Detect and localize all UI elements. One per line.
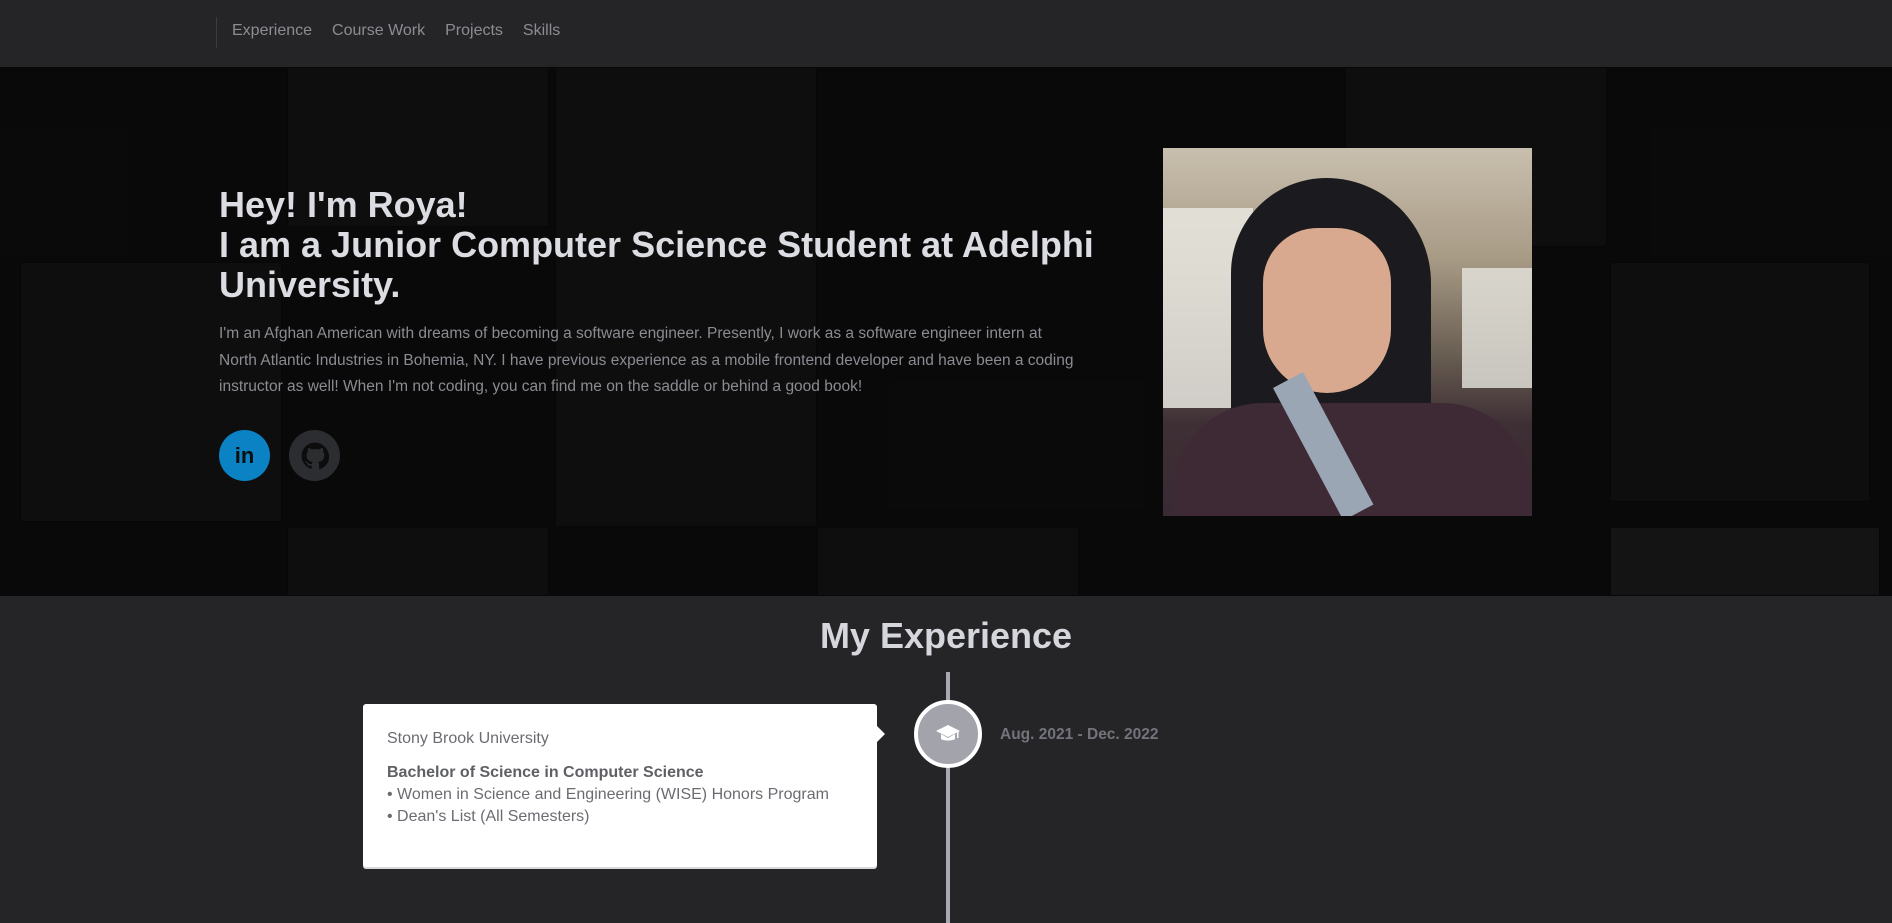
navbar: Experience Course Work Projects Skills — [0, 0, 1892, 67]
experience-degree: Bachelor of Science in Computer Science — [387, 764, 704, 781]
hero-title: Hey! I'm Roya! I am a Junior Computer Sc… — [219, 185, 1099, 305]
photo-window — [1462, 268, 1532, 388]
linkedin-button[interactable]: in — [219, 430, 270, 481]
hero-title-line2: I am a Junior Computer Science Student a… — [219, 224, 1094, 305]
github-button[interactable] — [289, 430, 340, 481]
nav-link-experience[interactable]: Experience — [232, 22, 312, 40]
nav-link-skills[interactable]: Skills — [523, 22, 560, 40]
linkedin-icon: in — [234, 442, 255, 468]
timeline-node — [914, 700, 982, 768]
nav-link-projects[interactable]: Projects — [445, 22, 503, 40]
photo-face — [1263, 228, 1391, 393]
hero-title-line1: Hey! I'm Roya! — [219, 184, 468, 225]
experience-organization: Stony Brook University — [387, 730, 549, 747]
experience-section-title: My Experience — [819, 615, 1073, 656]
nav-links: Experience Course Work Projects Skills — [232, 22, 560, 40]
hero-description: I'm an Afghan American with dreams of be… — [219, 325, 1074, 395]
experience-card: Stony Brook University Bachelor of Scien… — [363, 704, 885, 867]
nav-link-course-work[interactable]: Course Work — [332, 22, 425, 40]
hero-section: Hey! I'm Roya! I am a Junior Computer Sc… — [0, 67, 1892, 596]
graduation-cap-icon — [936, 725, 960, 741]
experience-bullet: • Women in Science and Engineering (WISE… — [387, 786, 829, 803]
profile-photo — [1163, 148, 1532, 516]
experience-date: Aug. 2021 - Dec. 2022 — [1000, 726, 1159, 743]
nav-divider — [216, 17, 217, 48]
github-icon — [301, 442, 329, 469]
experience-bullet: • Dean's List (All Semesters) — [387, 808, 590, 825]
